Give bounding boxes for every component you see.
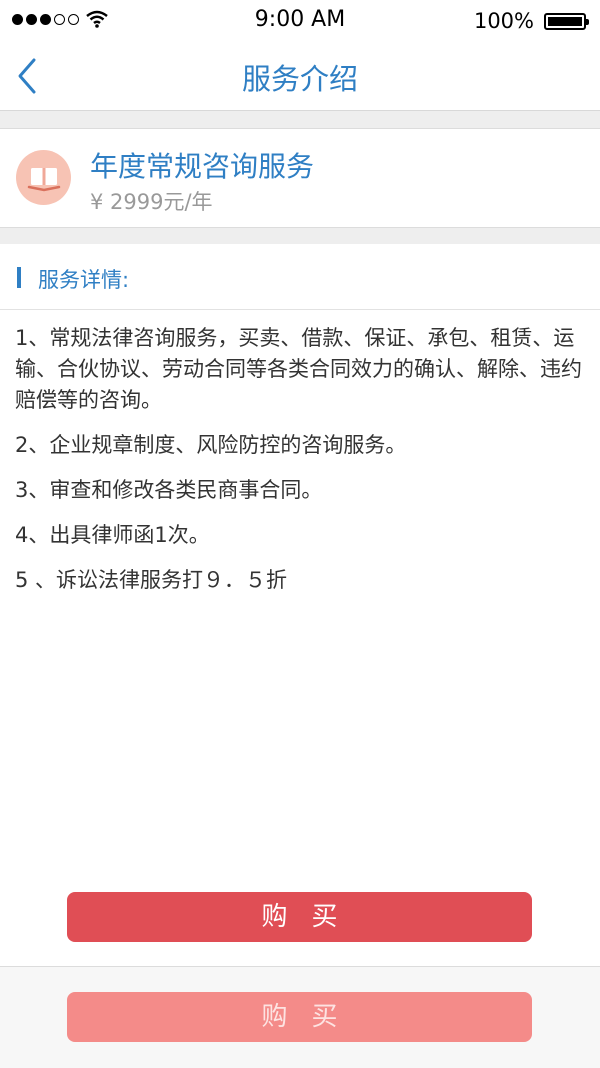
details-title: 服务详情: <box>38 268 130 292</box>
book-icon <box>16 150 71 205</box>
battery-percent: 100% <box>473 9 534 33</box>
battery-icon <box>544 13 589 30</box>
accent-bar <box>17 267 21 288</box>
detail-item: 1、常规法律咨询服务，买卖、借款、保证、承包、租赁、运输、合伙协议、劳动合同等各… <box>15 326 582 412</box>
detail-item: 3、审查和修改各类民商事合同。 <box>15 478 323 502</box>
detail-item: 4、出具律师函1次。 <box>15 523 210 547</box>
service-name: 年度常规咨询服务 <box>90 150 315 183</box>
details-list: 1、常规法律咨询服务，买卖、借款、保证、承包、租赁、运输、合伙协议、劳动合同等各… <box>15 323 585 610</box>
nav-bar: 服务介绍 <box>0 42 600 111</box>
service-price: ¥ 2999元/年 <box>90 190 213 214</box>
service-card: 年度常规咨询服务 ¥ 2999元/年 <box>0 129 600 226</box>
page-title: 服务介绍 <box>241 62 358 96</box>
buy-button-footer[interactable]: 购买 <box>67 992 532 1042</box>
buy-button[interactable]: 购买 <box>67 892 532 942</box>
detail-item: 5 、诉讼法律服务打９．５折 <box>15 568 288 592</box>
section-divider <box>0 227 600 245</box>
status-bar: 9:00 AM 100% <box>0 0 600 42</box>
section-divider <box>0 111 600 129</box>
details-header: 服务详情: <box>0 244 600 310</box>
detail-item: 2、企业规章制度、风险防控的咨询服务。 <box>15 433 407 457</box>
